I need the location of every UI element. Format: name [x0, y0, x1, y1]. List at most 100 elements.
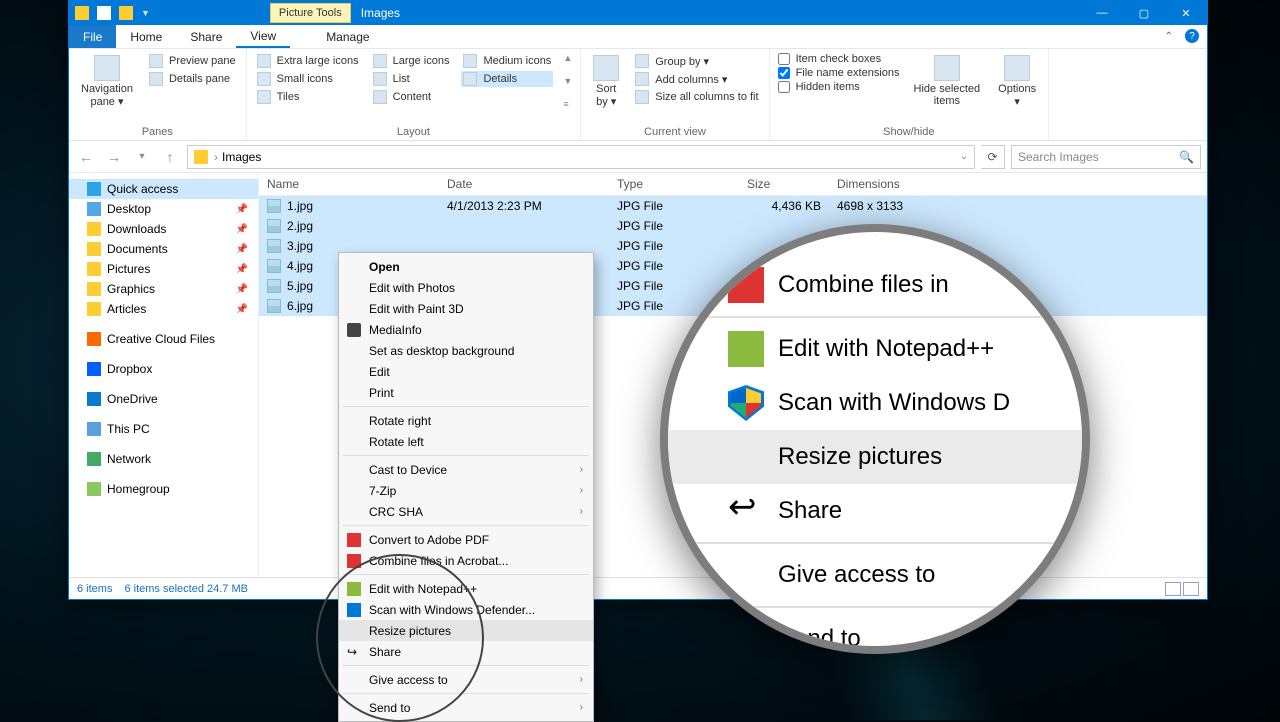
nav-desktop[interactable]: Desktop📌 — [69, 199, 258, 219]
nav-documents[interactable]: Documents📌 — [69, 239, 258, 259]
ctx-notepadpp[interactable]: Edit with Notepad++ — [339, 578, 593, 599]
item-checkboxes-toggle[interactable]: Item check boxes — [778, 53, 900, 65]
hidden-items-toggle[interactable]: Hidden items — [778, 81, 900, 93]
ctx-combine-acrobat[interactable]: Combine files in Acrobat... — [339, 550, 593, 571]
nav-graphics[interactable]: Graphics📌 — [69, 279, 258, 299]
small-icons-button[interactable]: Small icons — [255, 71, 361, 87]
ctx-send-to[interactable]: Send to› — [339, 697, 593, 718]
address-bar-row: ← → ▾ ↑ › Images ⌄ ⟳ Search Images 🔍 — [69, 141, 1207, 173]
size-columns-button[interactable]: Size all columns to fit — [633, 89, 760, 105]
nav-onedrive[interactable]: OneDrive — [69, 389, 258, 409]
breadcrumb[interactable]: Images — [222, 150, 261, 164]
details-pane-button[interactable]: Details pane — [147, 71, 238, 87]
ctx-rotate-left[interactable]: Rotate left — [339, 431, 593, 452]
large-icons-button[interactable]: Large icons — [371, 53, 452, 69]
recent-locations-icon[interactable]: ▾ — [131, 146, 153, 168]
minimize-button[interactable]: — — [1081, 1, 1123, 25]
thumbnails-view-icon[interactable] — [1183, 582, 1199, 596]
new-folder-icon[interactable] — [119, 6, 133, 20]
tiles-button[interactable]: Tiles — [255, 89, 361, 105]
file-name: 1.jpg — [287, 199, 313, 213]
file-name: 6.jpg — [287, 299, 313, 313]
medium-icons-button[interactable]: Medium icons — [461, 53, 553, 69]
details-view-icon[interactable] — [1165, 582, 1181, 596]
selection-info: 6 items selected 24.7 MB — [124, 583, 248, 595]
folder-icon — [194, 150, 208, 164]
file-row[interactable]: 1.jpg4/1/2013 2:23 PMJPG File4,436 KB469… — [259, 196, 1207, 216]
properties-icon[interactable] — [97, 6, 111, 20]
nav-quick-access[interactable]: Quick access — [69, 179, 258, 199]
file-row[interactable]: 2.jpgJPG File — [259, 216, 1207, 236]
navigation-pane-button[interactable]: Navigation pane ▾ — [77, 53, 137, 110]
ctx-cast[interactable]: Cast to Device› — [339, 459, 593, 480]
ctx-7zip[interactable]: 7-Zip› — [339, 480, 593, 501]
column-headers: Name Date Type Size Dimensions — [259, 173, 1207, 196]
col-dimensions[interactable]: Dimensions — [829, 173, 1207, 195]
ctx-edit-paint3d[interactable]: Edit with Paint 3D — [339, 298, 593, 319]
tab-manage[interactable]: Manage — [312, 25, 383, 48]
pin-icon: 📌 — [236, 244, 248, 255]
sort-by-button[interactable]: Sort by ▾ — [589, 53, 623, 110]
col-size[interactable]: Size — [739, 173, 829, 195]
ctx-convert-pdf[interactable]: Convert to Adobe PDF — [339, 529, 593, 550]
ctx-set-background[interactable]: Set as desktop background — [339, 340, 593, 361]
ctx-give-access[interactable]: Give access to› — [339, 669, 593, 690]
col-type[interactable]: Type — [609, 173, 739, 195]
tab-view[interactable]: View — [236, 25, 290, 48]
ctx-defender[interactable]: Scan with Windows Defender... — [339, 599, 593, 620]
nav-homegroup[interactable]: Homegroup — [69, 479, 258, 499]
nav-this-pc[interactable]: This PC — [69, 419, 258, 439]
back-button[interactable]: ← — [75, 146, 97, 168]
image-file-icon — [267, 279, 281, 293]
options-button[interactable]: Options ▾ — [994, 53, 1040, 110]
group-by-button[interactable]: Group by ▾ — [633, 53, 760, 69]
file-extensions-toggle[interactable]: File name extensions — [778, 67, 900, 79]
col-name[interactable]: Name — [259, 173, 439, 195]
ctx-edit-photos[interactable]: Edit with Photos — [339, 277, 593, 298]
scroll-down-icon[interactable]: ▼ — [563, 76, 572, 86]
address-bar[interactable]: › Images ⌄ — [187, 145, 975, 169]
nav-network[interactable]: Network — [69, 449, 258, 469]
ctx-rotate-right[interactable]: Rotate right — [339, 410, 593, 431]
col-date[interactable]: Date — [439, 173, 609, 195]
tab-file[interactable]: File — [69, 25, 116, 48]
ctx-mediainfo[interactable]: MediaInfo — [339, 319, 593, 340]
chevron-down-icon[interactable]: ⌄ — [960, 151, 968, 162]
ctx-resize-pictures[interactable]: Resize pictures — [339, 620, 593, 641]
list-button[interactable]: List — [371, 71, 452, 87]
maximize-button[interactable]: ▢ — [1123, 1, 1165, 25]
content-button[interactable]: Content — [371, 89, 452, 105]
ribbon-tabs: File Home Share View Manage ⌃ ? — [69, 25, 1207, 49]
share-icon: ↪ — [347, 645, 361, 659]
ctx-crc-sha[interactable]: CRC SHA› — [339, 501, 593, 522]
add-columns-button[interactable]: Add columns ▾ — [633, 71, 760, 87]
preview-pane-button[interactable]: Preview pane — [147, 53, 238, 69]
scroll-up-icon[interactable]: ▲ — [563, 53, 572, 63]
tab-share[interactable]: Share — [176, 25, 236, 48]
qat-dropdown-icon[interactable]: ▼ — [141, 8, 150, 18]
nav-creative-cloud[interactable]: Creative Cloud Files — [69, 329, 258, 349]
hide-selected-button[interactable]: Hide selected items — [910, 53, 985, 109]
collapse-ribbon-icon[interactable]: ⌃ — [1165, 31, 1173, 42]
ctx-share[interactable]: ↪Share — [339, 641, 593, 662]
up-button[interactable]: ↑ — [159, 146, 181, 168]
ctx-open[interactable]: Open — [339, 256, 593, 277]
search-input[interactable]: Search Images 🔍 — [1011, 145, 1201, 169]
close-button[interactable]: ✕ — [1165, 1, 1207, 25]
nav-dropbox[interactable]: Dropbox — [69, 359, 258, 379]
star-icon — [87, 182, 101, 196]
image-file-icon — [267, 199, 281, 213]
nav-articles[interactable]: Articles📌 — [69, 299, 258, 319]
refresh-button[interactable]: ⟳ — [981, 145, 1005, 169]
extra-large-icons-button[interactable]: Extra large icons — [255, 53, 361, 69]
nav-pictures[interactable]: Pictures📌 — [69, 259, 258, 279]
details-view-button[interactable]: Details — [461, 71, 553, 87]
ctx-edit[interactable]: Edit — [339, 361, 593, 382]
help-button[interactable]: ? — [1185, 29, 1199, 43]
expand-gallery-icon[interactable]: ≡ — [563, 99, 572, 109]
chevron-right-icon: › — [580, 506, 583, 517]
nav-downloads[interactable]: Downloads📌 — [69, 219, 258, 239]
forward-button[interactable]: → — [103, 146, 125, 168]
tab-home[interactable]: Home — [116, 25, 176, 48]
ctx-print[interactable]: Print — [339, 382, 593, 403]
